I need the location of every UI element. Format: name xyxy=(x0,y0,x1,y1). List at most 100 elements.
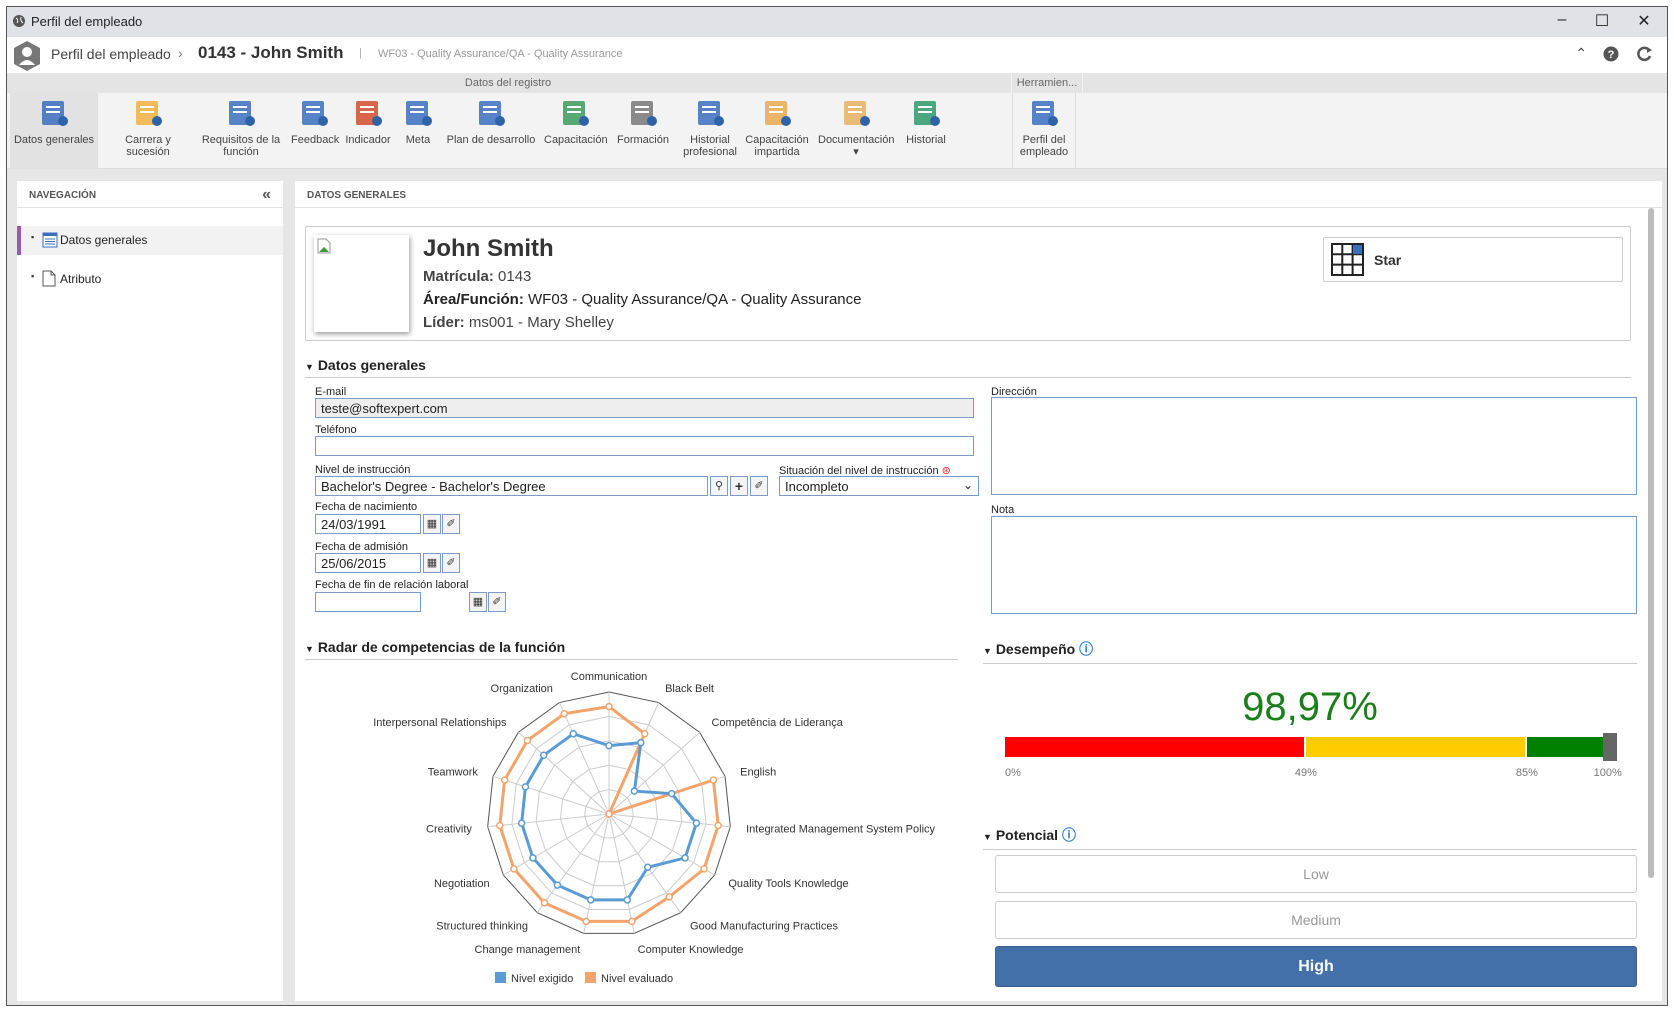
search-education-button[interactable]: ⚲ xyxy=(710,476,728,496)
radar-point xyxy=(539,751,548,759)
broom-icon: ✐ xyxy=(492,596,502,608)
performance-bar xyxy=(1005,733,1619,761)
dropdown-arrow-icon: ▾ xyxy=(853,146,859,158)
globe-icon xyxy=(13,15,25,27)
admission-calendar-button[interactable]: ▦ xyxy=(423,553,441,573)
legend-label: Nivel exigido xyxy=(511,973,573,985)
radar-point xyxy=(681,854,689,862)
radar-point xyxy=(623,896,632,904)
status-select[interactable]: Incompleto ⌄ xyxy=(779,476,979,496)
broken-image-icon xyxy=(317,238,331,254)
collapse-up-icon[interactable]: ⌃ xyxy=(1575,45,1587,62)
breadcrumb-root[interactable]: Perfil del empleado xyxy=(51,46,171,62)
ribbon-button-requisitos-de-la-funci-n[interactable]: Requisitos de la función xyxy=(198,93,284,169)
talent-badge-button[interactable]: Star xyxy=(1323,237,1623,282)
breadcrumb-separator: › xyxy=(178,45,183,61)
refresh-icon[interactable] xyxy=(1636,46,1653,63)
maximize-button[interactable]: ☐ xyxy=(1587,11,1617,31)
education-label: Nivel de instrucción xyxy=(315,464,411,476)
end-date-field[interactable] xyxy=(315,592,421,612)
ribbon-button-formaci-n[interactable]: Formación xyxy=(611,93,675,169)
nav-item-atributo[interactable]: ▪ Atributo xyxy=(17,265,283,294)
info-icon[interactable]: ⓘ xyxy=(1079,641,1093,657)
radar-axis-label: Good Manufacturing Practices xyxy=(690,921,838,933)
plus-icon: + xyxy=(734,478,744,494)
ribbon-button-indicador[interactable]: Indicador xyxy=(343,93,393,169)
performance-tick: 0% xyxy=(1005,767,1021,779)
radar-point xyxy=(640,730,649,738)
section-title: Desempeño xyxy=(995,641,1076,657)
ribbon-button-documentaci-n[interactable]: Documentación ▾ xyxy=(816,93,896,169)
scrollbar[interactable] xyxy=(1648,208,1654,878)
radar-point xyxy=(496,821,504,830)
birth-clear-button[interactable]: ✐ xyxy=(442,514,460,534)
main-header: DATOS GENERALES xyxy=(295,181,1662,208)
ribbon-button-feedback[interactable]: Feedback xyxy=(289,93,339,169)
ribbon-button-label: Datos generales xyxy=(13,134,95,146)
app-window: Perfil del empleado – ☐ ✕ Perfil del emp… xyxy=(6,6,1668,1006)
end-clear-button[interactable]: ✐ xyxy=(488,592,506,612)
ribbon-button-plan-de-desarrollo[interactable]: Plan de desarrollo xyxy=(443,93,539,169)
ribbon-button-label: Formación xyxy=(617,134,669,146)
nav-item-label: Datos generales xyxy=(60,233,148,247)
close-button[interactable]: ✕ xyxy=(1629,11,1659,31)
section-datos-generales[interactable]: ▼ Datos generales xyxy=(305,357,1631,378)
end-calendar-button[interactable]: ▦ xyxy=(469,592,487,612)
help-icon[interactable]: ? xyxy=(1603,46,1619,62)
clear-education-button[interactable]: ✐ xyxy=(750,476,768,496)
radar-axis-label: Black Belt xyxy=(665,683,714,695)
radar-point xyxy=(510,865,518,873)
potential-high-button[interactable]: High xyxy=(995,946,1637,987)
ribbon-button-label: Carrera y sucesión xyxy=(125,134,171,158)
section-radar[interactable]: ▼ Radar de competencias de la función xyxy=(305,639,958,660)
info-icon[interactable]: ⓘ xyxy=(1062,827,1076,843)
ribbon-button-carrera-y-sucesi-n[interactable]: Carrera y sucesión xyxy=(102,93,194,169)
nav-item-datos-generales[interactable]: ▪ Datos generales xyxy=(17,226,283,255)
address-textarea[interactable] xyxy=(991,397,1637,495)
briefcase-icon xyxy=(765,101,791,126)
ribbon-button-perfil-del-empleado[interactable]: Perfil del empleado xyxy=(1012,93,1076,169)
admission-label: Fecha de admisión xyxy=(315,541,408,553)
star-info-icon xyxy=(136,101,162,126)
ribbon-button-meta[interactable]: Meta xyxy=(399,93,437,169)
broom-icon: ✐ xyxy=(754,480,764,492)
radar-point xyxy=(553,881,562,889)
minimize-button[interactable]: – xyxy=(1547,11,1577,29)
radar-point xyxy=(605,810,613,818)
education-field[interactable]: Bachelor's Degree - Bachelor's Degree xyxy=(315,476,708,496)
birth-date-field[interactable]: 24/03/1991 xyxy=(315,514,421,534)
main-panel: DATOS GENERALES John Smith Matrícula: 01… xyxy=(295,181,1662,1001)
radar-point xyxy=(643,863,652,872)
admission-clear-button[interactable]: ✐ xyxy=(442,553,460,573)
ribbon-button-capacitaci-n[interactable]: Capacitación xyxy=(542,93,608,169)
note-textarea[interactable] xyxy=(991,516,1637,614)
collapse-nav-button[interactable]: « xyxy=(262,186,271,204)
radar-axis-label: Communication xyxy=(571,671,647,683)
broom-icon: ✐ xyxy=(446,557,456,569)
add-education-button[interactable]: + xyxy=(730,476,748,496)
potential-medium-button[interactable]: Medium xyxy=(995,901,1637,939)
ribbon-button-capacitaci-n-impartida[interactable]: Capacitación impartida xyxy=(742,93,812,169)
radar-axis-label: Change management xyxy=(475,944,581,956)
calendar-icon: ▦ xyxy=(472,596,484,608)
ribbon-button-historial[interactable]: Historial xyxy=(898,93,954,169)
performance-marker xyxy=(1602,733,1617,761)
end-date-label: Fecha de fin de relación laboral xyxy=(315,579,469,591)
radar-axis-label: Creativity xyxy=(426,823,472,835)
phone-field[interactable] xyxy=(315,436,974,456)
section-performance[interactable]: ▼ Desempeño ⓘ xyxy=(983,639,1637,664)
admission-date-field[interactable]: 25/06/2015 xyxy=(315,553,421,573)
radar-point xyxy=(630,787,639,795)
binders-icon xyxy=(698,101,724,126)
window-title: Perfil del empleado xyxy=(31,14,143,29)
search-icon: ⚲ xyxy=(714,480,724,492)
birth-calendar-button[interactable]: ▦ xyxy=(423,514,441,534)
ribbon-button-datos-generales[interactable]: Datos generales xyxy=(10,93,98,169)
email-field[interactable]: teste@softexpert.com xyxy=(315,398,974,418)
section-potential[interactable]: ▼ Potencial ⓘ xyxy=(983,825,1637,850)
org-chart-icon xyxy=(229,101,255,126)
ribbon-button-historial-profesional[interactable]: Historial profesional xyxy=(680,93,740,169)
potential-low-button[interactable]: Low xyxy=(995,855,1637,893)
feedback-icon xyxy=(302,101,328,126)
ribbon-button-label: Historial xyxy=(906,134,946,146)
